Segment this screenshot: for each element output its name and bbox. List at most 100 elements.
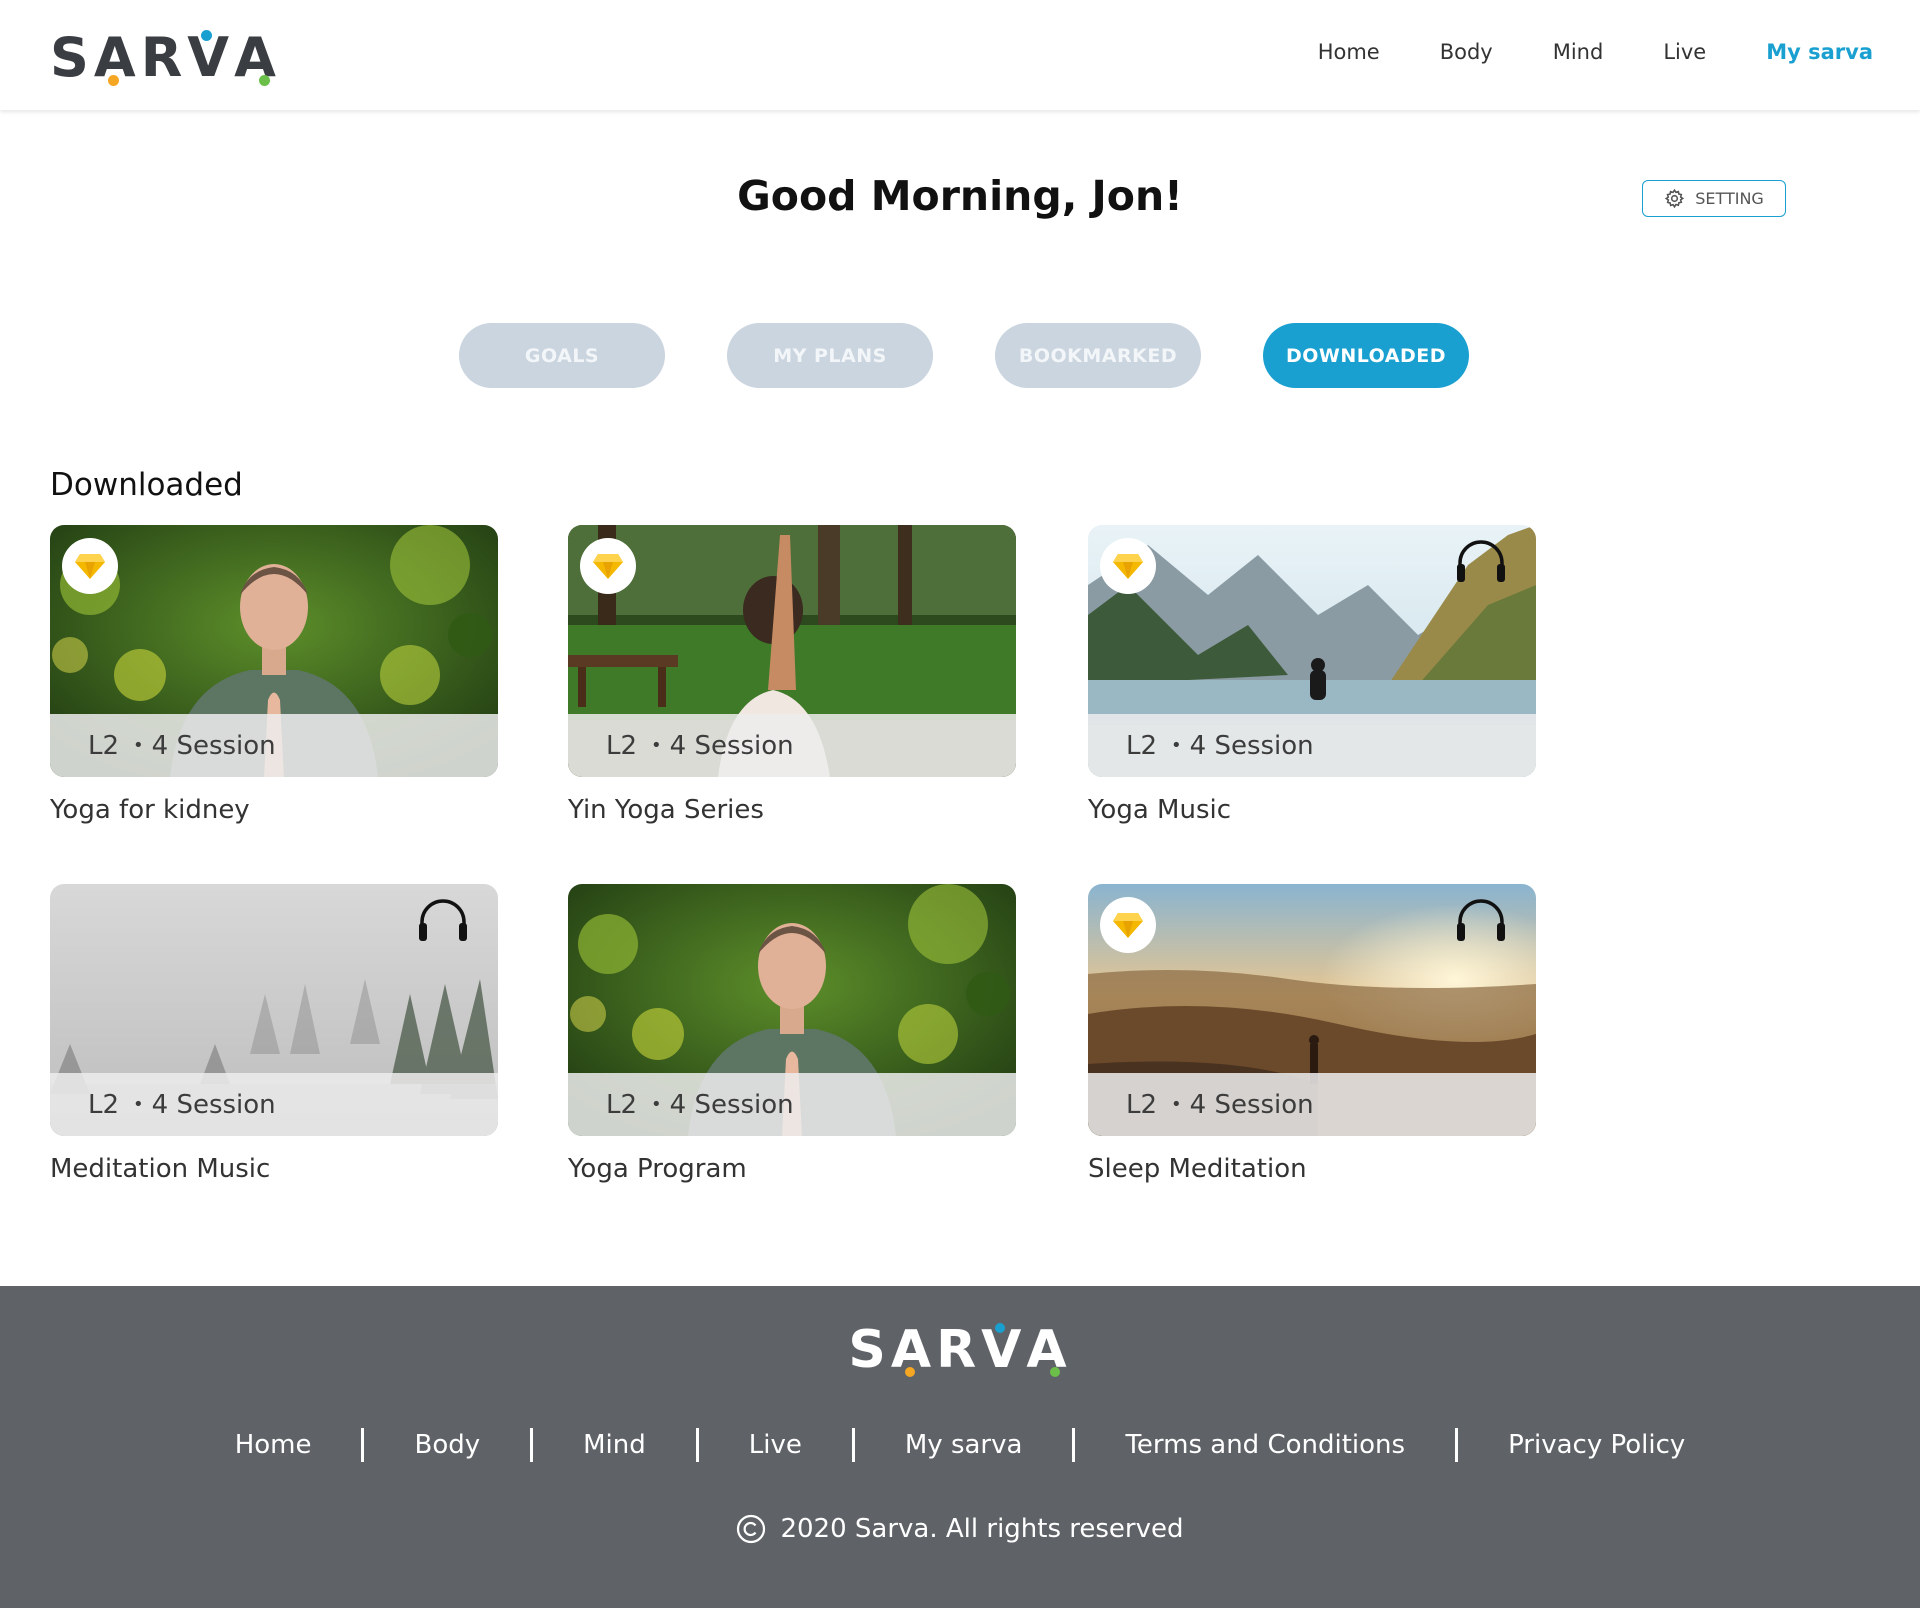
logo-dot-orange	[107, 75, 119, 86]
footer-logo-v: V	[981, 1320, 1027, 1380]
footer-logo-a2: A	[1026, 1320, 1072, 1380]
card-title: Yoga Program	[568, 1154, 747, 1184]
footer-divider	[695, 1428, 699, 1462]
footer-link-mind[interactable]: Mind	[583, 1430, 646, 1460]
tab-goals[interactable]: GOALS	[459, 323, 665, 388]
logo-dot-blue	[201, 30, 213, 41]
logo-letter-r: R	[140, 26, 188, 89]
footer-logo-s: S	[848, 1320, 891, 1380]
footer-link-home[interactable]: Home	[235, 1430, 312, 1460]
card-level: L2	[88, 1089, 120, 1120]
footer: S A R V A Home Body Mind Live My sarva T…	[0, 1286, 1920, 1608]
bullet-separator: •	[133, 1094, 144, 1115]
gem-icon	[1113, 913, 1143, 938]
nav-body[interactable]: Body	[1440, 40, 1493, 64]
tab-bookmarked[interactable]: BOOKMARKED	[995, 323, 1201, 388]
headphones-icon	[1457, 540, 1505, 582]
logo-letter-v: V	[187, 26, 235, 89]
setting-button[interactable]: SETTING	[1642, 180, 1786, 217]
footer-links: Home Body Mind Live My sarva Terms and C…	[0, 1428, 1920, 1462]
premium-badge	[62, 538, 118, 594]
tab-downloaded[interactable]: DOWNLOADED	[1263, 323, 1469, 388]
bullet-separator: •	[1171, 735, 1182, 756]
copyright-text: 2020 Sarva. All rights reserved	[780, 1514, 1184, 1544]
card-level: L2	[606, 1089, 638, 1120]
logo-dot-green	[259, 75, 271, 86]
card-meta: L2 • 4 Session	[50, 1073, 498, 1136]
nav-my-sarva[interactable]: My sarva	[1766, 40, 1873, 64]
footer-link-live[interactable]: Live	[749, 1430, 802, 1460]
footer-logo-text: S A R V A	[848, 1320, 1072, 1380]
premium-badge	[1100, 897, 1156, 953]
card-sessions: 4 Session	[151, 1089, 276, 1120]
card-sessions: 4 Session	[1189, 730, 1314, 761]
card-thumbnail: L2 • 4 Session	[1088, 525, 1536, 777]
content-card-2[interactable]: L2 • 4 Session Yin Yoga Series	[568, 525, 1016, 825]
card-level: L2	[1126, 1089, 1158, 1120]
bullet-separator: •	[1171, 1094, 1182, 1115]
gem-icon	[75, 554, 105, 579]
nav-mind[interactable]: Mind	[1553, 40, 1604, 64]
premium-badge	[580, 538, 636, 594]
card-sessions: 4 Session	[669, 1089, 794, 1120]
headphones-icon	[419, 899, 467, 941]
gem-icon	[593, 554, 623, 579]
greeting-heading: Good Morning, Jon!	[737, 172, 1183, 220]
card-meta: L2 • 4 Session	[1088, 714, 1536, 777]
footer-logo[interactable]: S A R V A	[0, 1320, 1920, 1380]
nav-live[interactable]: Live	[1663, 40, 1706, 64]
bullet-separator: •	[133, 735, 144, 756]
content-card-5[interactable]: L2 • 4 Session Yoga Program	[568, 884, 1016, 1184]
top-header: S A R V A Home Body Mind Live My sarva	[0, 0, 1920, 110]
footer-divider	[851, 1428, 855, 1462]
card-title: Yin Yoga Series	[568, 795, 764, 825]
footer-link-terms[interactable]: Terms and Conditions	[1125, 1430, 1405, 1460]
tab-my-plans[interactable]: MY PLANS	[727, 323, 933, 388]
footer-dot-blue	[995, 1323, 1006, 1333]
card-meta: L2 • 4 Session	[50, 714, 498, 777]
card-sessions: 4 Session	[151, 730, 276, 761]
footer-dot-orange	[904, 1367, 915, 1377]
card-thumbnail: L2 • 4 Session	[50, 884, 498, 1136]
card-title: Meditation Music	[50, 1154, 271, 1184]
footer-link-privacy[interactable]: Privacy Policy	[1508, 1430, 1685, 1460]
logo-letter-a2: A	[234, 26, 281, 89]
card-level: L2	[1126, 730, 1158, 761]
card-sessions: 4 Session	[1189, 1089, 1314, 1120]
content-card-1[interactable]: L2 • 4 Session Yoga for kidney	[50, 525, 498, 825]
footer-logo-r: R	[936, 1320, 982, 1380]
logo-letter-s: S	[50, 26, 94, 89]
gem-icon	[1113, 554, 1143, 579]
footer-link-my-sarva[interactable]: My sarva	[905, 1430, 1023, 1460]
gear-icon	[1664, 188, 1685, 209]
footer-dot-green	[1050, 1367, 1061, 1377]
footer-logo-a1: A	[890, 1320, 937, 1380]
bullet-separator: •	[651, 735, 662, 756]
card-thumbnail: L2 • 4 Session	[50, 525, 498, 777]
content-card-4[interactable]: L2 • 4 Session Meditation Music	[50, 884, 498, 1184]
card-meta: L2 • 4 Session	[568, 714, 1016, 777]
section-title: Downloaded	[50, 467, 243, 503]
copyright: 2020 Sarva. All rights reserved	[0, 1514, 1920, 1544]
footer-divider	[361, 1428, 365, 1462]
copyright-icon	[737, 1514, 766, 1544]
nav-home[interactable]: Home	[1318, 40, 1380, 64]
card-sessions: 4 Session	[669, 730, 794, 761]
card-meta: L2 • 4 Session	[568, 1073, 1016, 1136]
card-title: Sleep Meditation	[1088, 1154, 1307, 1184]
logo-letter-a1: A	[93, 26, 141, 89]
card-thumbnail: L2 • 4 Session	[1088, 884, 1536, 1136]
footer-link-body[interactable]: Body	[414, 1430, 480, 1460]
card-meta: L2 • 4 Session	[1088, 1073, 1536, 1136]
footer-divider	[530, 1428, 534, 1462]
tab-bar: GOALS MY PLANS BOOKMARKED DOWNLOADED	[459, 323, 1469, 388]
sarva-logo[interactable]: S A R V A	[50, 26, 281, 89]
content-card-3[interactable]: L2 • 4 Session Yoga Music	[1088, 525, 1536, 825]
content-card-6[interactable]: L2 • 4 Session Sleep Meditation	[1088, 884, 1536, 1184]
premium-badge	[1100, 538, 1156, 594]
card-thumbnail: L2 • 4 Session	[568, 884, 1016, 1136]
setting-label: SETTING	[1695, 189, 1764, 208]
main-nav: Home Body Mind Live My sarva	[1318, 40, 1873, 64]
card-thumbnail: L2 • 4 Session	[568, 525, 1016, 777]
bullet-separator: •	[651, 1094, 662, 1115]
